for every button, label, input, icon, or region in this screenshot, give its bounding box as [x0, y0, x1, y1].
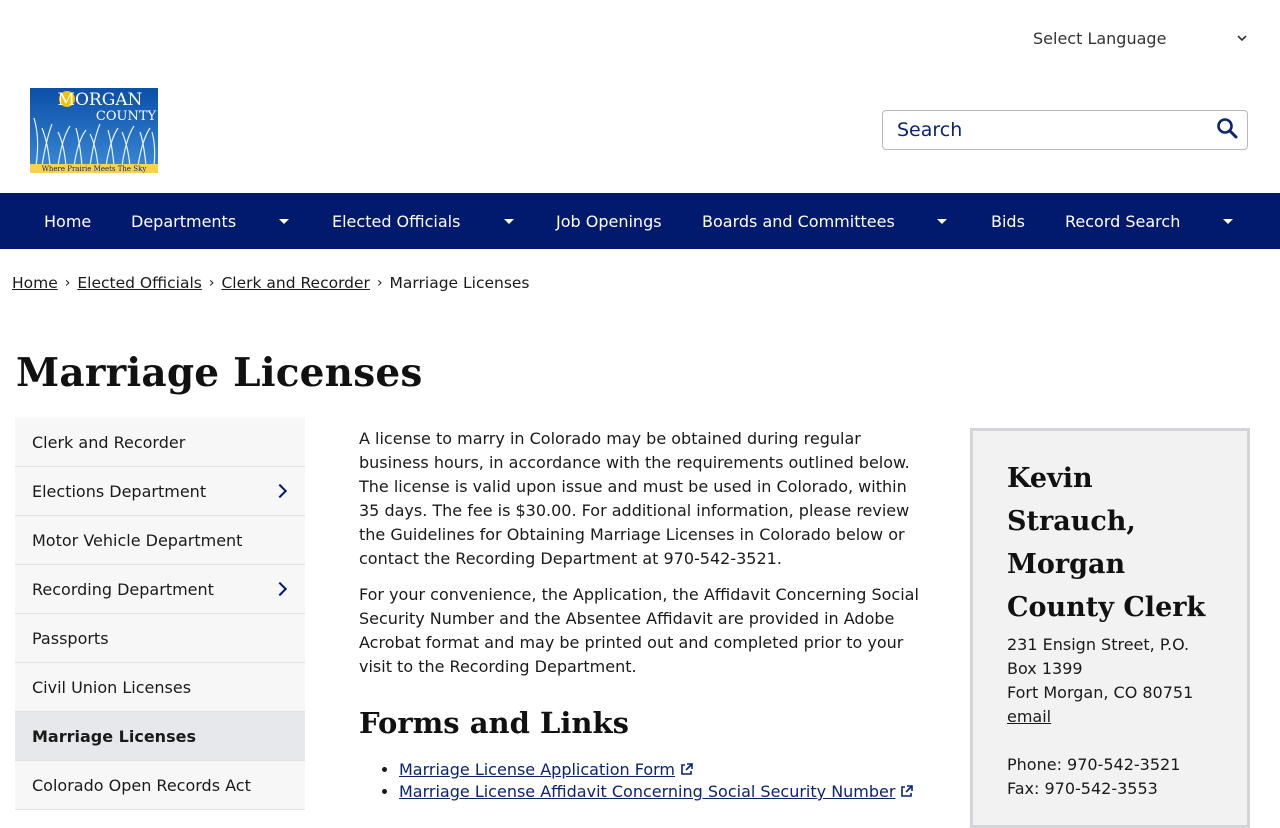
search-button[interactable]	[1207, 111, 1247, 149]
nav-record-search-caret-icon[interactable]	[1213, 193, 1243, 249]
language-select[interactable]: Select Language	[1033, 26, 1251, 50]
sidebar-item-label: Motor Vehicle Department	[32, 530, 243, 550]
sidebar-item-label: Recording Department	[32, 579, 214, 599]
contact-email-link[interactable]: email	[1007, 707, 1051, 726]
sidebar-item-label: Clerk and Recorder	[32, 432, 186, 452]
forms-heading: Forms and Links	[359, 706, 629, 740]
nav-boards-committees[interactable]: Boards and Committees	[702, 193, 895, 249]
nav-elected-officials-caret-icon[interactable]	[494, 193, 524, 249]
external-link-icon	[680, 760, 693, 775]
breadcrumb-elected-officials[interactable]: Elected Officials	[77, 274, 201, 292]
link-label: Marriage License Application Form	[399, 760, 676, 779]
nav-record-search[interactable]: Record Search	[1065, 193, 1180, 249]
contact-fax: Fax: 970-542-3553	[1007, 779, 1158, 798]
sidebar-item-label: Passports	[32, 628, 109, 648]
sidebar-item-passports[interactable]: Passports	[15, 614, 305, 663]
logo-tagline: Where Prairie Meets The Sky	[42, 165, 147, 173]
sidebar-nav: Clerk and Recorder Elections Department …	[15, 418, 305, 810]
logo-title-bottom: COUNTY	[96, 109, 157, 124]
main-nav: Home Departments Elected Officials Job O…	[0, 193, 1280, 249]
chevron-down-icon	[1237, 31, 1247, 45]
page-title: Marriage Licenses	[16, 350, 423, 396]
county-logo[interactable]: MORGAN COUNTY Where Prairie Meets The Sk…	[30, 88, 158, 173]
application-form-link[interactable]: Marriage License Application Form	[399, 760, 693, 779]
sidebar-item-clerk-recorder[interactable]: Clerk and Recorder	[15, 418, 305, 467]
intro-paragraph: A license to marry in Colorado may be ob…	[359, 429, 910, 568]
breadcrumb: Home › Elected Officials › Clerk and Rec…	[12, 274, 530, 292]
breadcrumb-separator: ›	[376, 275, 383, 291]
breadcrumb-separator: ›	[64, 275, 71, 291]
link-label: Marriage License Affidavit Concerning So…	[399, 782, 896, 801]
forms-list: Marriage License Application Form Marria…	[359, 759, 924, 803]
sidebar-item-marriage-licenses[interactable]: Marriage Licenses	[15, 712, 305, 761]
sidebar-item-recording[interactable]: Recording Department	[15, 565, 305, 614]
sidebar-item-open-records[interactable]: Colorado Open Records Act	[15, 761, 305, 810]
search-box	[882, 110, 1248, 150]
contact-card: Kevin Strauch, Morgan County Clerk 231 E…	[970, 428, 1250, 828]
contact-city: Fort Morgan, CO 80751	[1007, 683, 1194, 702]
nav-bids[interactable]: Bids	[991, 193, 1025, 249]
external-link-icon	[900, 782, 914, 797]
nav-elected-officials[interactable]: Elected Officials	[332, 193, 460, 249]
list-item: Marriage License Application Form	[399, 759, 924, 781]
chevron-right-icon[interactable]	[272, 581, 288, 597]
breadcrumb-home[interactable]: Home	[12, 274, 58, 292]
nav-departments-caret-icon[interactable]	[269, 193, 299, 249]
contact-name: Kevin Strauch, Morgan County Clerk	[1007, 463, 1206, 623]
sidebar-item-civil-union[interactable]: Civil Union Licenses	[15, 663, 305, 712]
language-select-label: Select Language	[1033, 28, 1167, 48]
breadcrumb-current: Marriage Licenses	[389, 274, 530, 292]
affidavit-link[interactable]: Marriage License Affidavit Concerning So…	[399, 782, 914, 801]
sidebar-item-label: Colorado Open Records Act	[32, 775, 251, 795]
sidebar-item-motor-vehicle[interactable]: Motor Vehicle Department	[15, 516, 305, 565]
chevron-right-icon[interactable]	[272, 483, 288, 499]
contact-phone: Phone: 970-542-3521	[1007, 755, 1181, 774]
contact-address: 231 Ensign Street, P.O. Box 1399	[1007, 635, 1190, 678]
logo-title-top: MORGAN	[58, 90, 143, 110]
nav-home[interactable]: Home	[44, 193, 91, 249]
breadcrumb-clerk-recorder[interactable]: Clerk and Recorder	[221, 274, 370, 292]
search-icon	[1216, 117, 1238, 143]
nav-job-openings[interactable]: Job Openings	[556, 193, 662, 249]
sidebar-item-label: Elections Department	[32, 481, 207, 501]
sidebar-item-label: Civil Union Licenses	[32, 677, 192, 697]
convenience-paragraph: For your convenience, the Application, t…	[359, 585, 919, 676]
search-input[interactable]	[895, 111, 1207, 149]
nav-departments[interactable]: Departments	[131, 193, 236, 249]
sidebar-item-elections[interactable]: Elections Department	[15, 467, 305, 516]
sidebar-item-label: Marriage Licenses	[32, 726, 196, 746]
nav-boards-caret-icon[interactable]	[927, 193, 957, 249]
breadcrumb-separator: ›	[208, 275, 215, 291]
main-content: A license to marry in Colorado may be ob…	[359, 427, 924, 803]
